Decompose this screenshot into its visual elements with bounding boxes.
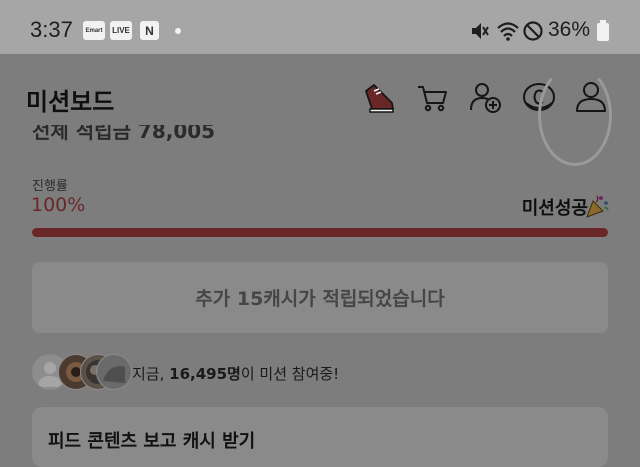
progress-bar-fill [32,228,608,237]
page-title: 미션보드 [26,88,115,116]
progress-percent: 100% [31,194,86,216]
participation-text: 지금, 16,495명이 미션 참여중! [132,365,340,383]
sneaker-icon[interactable] [362,79,398,115]
emart-icon: Emart [83,21,105,40]
status-time: 3:37 [30,17,73,42]
status-bar: 3:37 Emart LIVE N 36% [0,0,640,54]
battery-percentage: 36% [548,18,591,41]
feed-content-card[interactable]: 피드 콘텐츠 보고 캐시 받기 [32,407,608,467]
battery-icon [597,20,609,41]
cash-reward-message: 추가 15캐시가 적립되었습니다 [195,288,445,310]
avatar [96,354,132,390]
mission-content: 전체 적립금 78,005 진행률 100% 미션성공 추가 15캐시가 적립되… [0,65,640,467]
feed-card-title: 피드 콘텐츠 보고 캐시 받기 [48,431,256,452]
wifi-icon [497,22,519,41]
progress-bar [32,228,608,237]
cart-icon[interactable] [414,79,450,115]
participant-count: 16,495명 [169,365,241,383]
add-friend-icon[interactable] [468,79,504,115]
naver-n-icon: N [140,21,159,40]
progress-label: 진행률 [32,179,68,194]
do-not-disturb-icon [523,21,543,41]
progress-ring [538,65,612,166]
mute-icon [472,23,489,39]
cash-reward-box: 추가 15캐시가 적립되었습니다 [32,262,608,333]
participant-avatars [32,354,132,390]
party-popper-icon [586,195,609,218]
live-icon: LIVE [110,21,132,40]
notification-dot-icon [175,28,181,34]
mission-success-label: 미션성공 [521,198,588,219]
total-cash-text: 전체 적립금 78,005 [32,125,216,143]
